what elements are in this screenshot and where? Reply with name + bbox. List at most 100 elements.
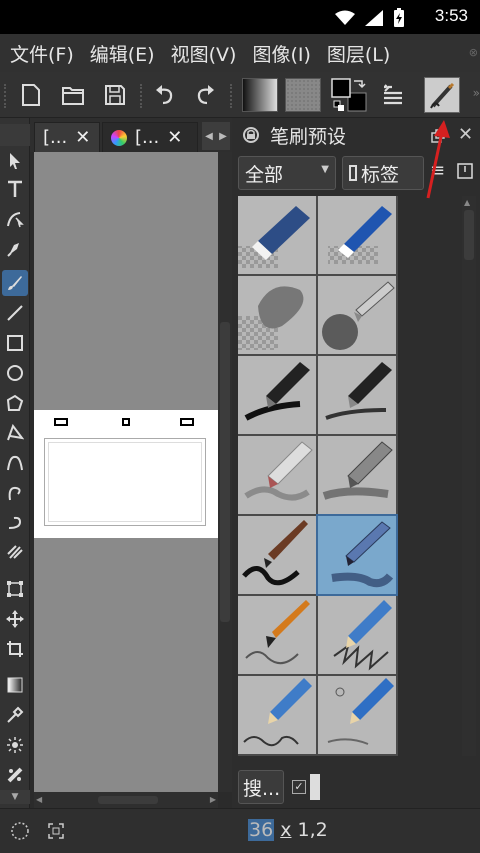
gradient-tool[interactable]	[2, 672, 28, 698]
document-inner-frame	[48, 442, 202, 522]
smart-patch-tool[interactable]	[2, 732, 28, 758]
freehand-brush-tool[interactable]	[2, 270, 28, 296]
canvas-viewport[interactable]	[34, 152, 218, 792]
menu-image[interactable]: 图像(I)	[252, 40, 310, 67]
bezier-edit-tool[interactable]	[2, 206, 28, 232]
new-document-button[interactable]	[16, 80, 46, 110]
multibrush-tool[interactable]	[2, 540, 28, 566]
tag-button[interactable]: 标签	[342, 156, 424, 190]
transform-tool[interactable]	[2, 576, 28, 602]
fill-tool[interactable]	[2, 762, 28, 788]
gradient-selector[interactable]	[242, 78, 278, 112]
document-tab-2-label: [...	[135, 127, 160, 148]
docker-vertical-scrollbar[interactable]: ▲	[462, 196, 476, 756]
toolbar-grip-3[interactable]	[230, 84, 234, 108]
toolbox-scroll-down[interactable]: ▼	[0, 790, 30, 804]
toolbar-overflow-icon[interactable]: »	[473, 86, 480, 100]
undo-button[interactable]	[150, 80, 180, 110]
save-button[interactable]	[100, 80, 130, 110]
preset-marker-selected[interactable]	[316, 514, 398, 596]
preset-pencil-hatch[interactable]	[318, 596, 396, 674]
transform-handle[interactable]	[122, 418, 130, 426]
toolbox-handle[interactable]	[0, 124, 30, 146]
tag-filter-dropdown[interactable]: 全部 ▼	[238, 156, 336, 190]
menu-view[interactable]: 视图(V)	[171, 40, 237, 67]
preset-eraser-soft[interactable]	[318, 196, 396, 274]
preset-eraser-hard[interactable]	[238, 196, 316, 274]
line-tool[interactable]	[2, 300, 28, 326]
preset-ink-pen[interactable]	[318, 356, 396, 434]
ellipse-icon	[7, 365, 23, 381]
preset-brush-bristles[interactable]	[238, 596, 316, 674]
transform-handle[interactable]	[54, 418, 68, 426]
pencil-icon	[244, 441, 313, 501]
color-swap-button[interactable]	[330, 77, 368, 113]
canvas-vertical-scrollbar[interactable]	[218, 152, 232, 792]
airbrush-icon	[322, 281, 395, 350]
move-tool[interactable]	[2, 606, 28, 632]
pattern-selector[interactable]	[285, 78, 321, 112]
open-button[interactable]	[58, 80, 88, 110]
canvas-document[interactable]	[34, 410, 218, 538]
canvas-horizontal-scrollbar[interactable]: ◀ ▶	[34, 792, 218, 808]
document-tabs: [... ✕ [... ✕ ◀ ▶	[30, 118, 232, 152]
ellipse-tool[interactable]	[2, 360, 28, 386]
brush-preset-button[interactable]	[424, 77, 460, 113]
freehand-path-tool[interactable]	[2, 480, 28, 506]
preset-pencil-grey[interactable]	[318, 436, 396, 514]
paintbrush-icon	[242, 520, 308, 586]
eyedropper-icon	[7, 706, 24, 723]
dynamic-brush-tool[interactable]	[2, 510, 28, 536]
signal-icon	[365, 10, 383, 26]
open-folder-icon	[62, 87, 84, 105]
brush-settings-button[interactable]	[378, 80, 408, 110]
filter-checkbox[interactable]: ✓	[292, 780, 306, 794]
brush-search-input[interactable]: 搜...	[238, 770, 284, 804]
selection-mode-icon[interactable]	[10, 821, 30, 841]
bezier-curve-icon	[7, 455, 23, 471]
menu-overflow-icon[interactable]: ⊗	[469, 46, 478, 59]
tab-scroll-left[interactable]: ◀	[202, 122, 216, 150]
calligraphy-tool[interactable]	[2, 236, 28, 262]
freehand-path-icon	[8, 486, 21, 501]
tab-scroll-right[interactable]: ▶	[216, 122, 230, 150]
bottom-status-bar: 36 x 1,2	[0, 808, 480, 853]
blue-pencil-icon	[333, 600, 392, 671]
preset-ink-marker[interactable]	[238, 356, 316, 434]
preset-airbrush[interactable]	[318, 276, 396, 354]
color-picker-tool[interactable]	[2, 702, 28, 728]
rectangle-icon	[7, 335, 23, 351]
preset-pencil-scribble[interactable]	[238, 676, 316, 754]
preset-brush-ink[interactable]	[238, 516, 316, 594]
menu-layer[interactable]: 图层(L)	[327, 40, 390, 67]
brush-preset-grid	[238, 196, 398, 756]
close-docker-icon[interactable]: ✕	[458, 124, 473, 145]
dynamic-brush-icon	[8, 516, 22, 529]
toolbar-grip-2[interactable]	[140, 84, 144, 108]
select-tool[interactable]	[2, 148, 28, 174]
storage-icon[interactable]	[456, 162, 474, 180]
search-row: 搜... ✓	[232, 766, 480, 806]
lock-icon[interactable]	[242, 126, 260, 144]
redo-button[interactable]	[190, 80, 220, 110]
bezier-curve-tool[interactable]	[2, 450, 28, 476]
fit-view-icon[interactable]	[48, 823, 64, 839]
polygon-tool[interactable]	[2, 390, 28, 416]
preset-pencil-soft[interactable]	[238, 436, 316, 514]
menu-edit[interactable]: 编辑(E)	[90, 40, 155, 67]
polyline-tool[interactable]	[2, 420, 28, 446]
text-tool[interactable]	[2, 176, 28, 202]
document-tab-2[interactable]: [... ✕	[102, 122, 198, 152]
multibrush-icon	[7, 545, 23, 559]
preset-blur[interactable]	[238, 276, 316, 354]
menu-file[interactable]: 文件(F)	[10, 40, 74, 67]
preset-pencil-light[interactable]	[318, 676, 396, 754]
document-tab-1[interactable]: [... ✕	[34, 122, 100, 152]
transform-handle[interactable]	[180, 418, 194, 426]
crop-tool[interactable]	[2, 636, 28, 662]
close-icon[interactable]: ✕	[75, 127, 90, 148]
patch-icon	[7, 767, 23, 783]
rectangle-tool[interactable]	[2, 330, 28, 356]
toolbar-grip[interactable]	[4, 84, 8, 108]
close-icon[interactable]: ✕	[167, 127, 182, 148]
